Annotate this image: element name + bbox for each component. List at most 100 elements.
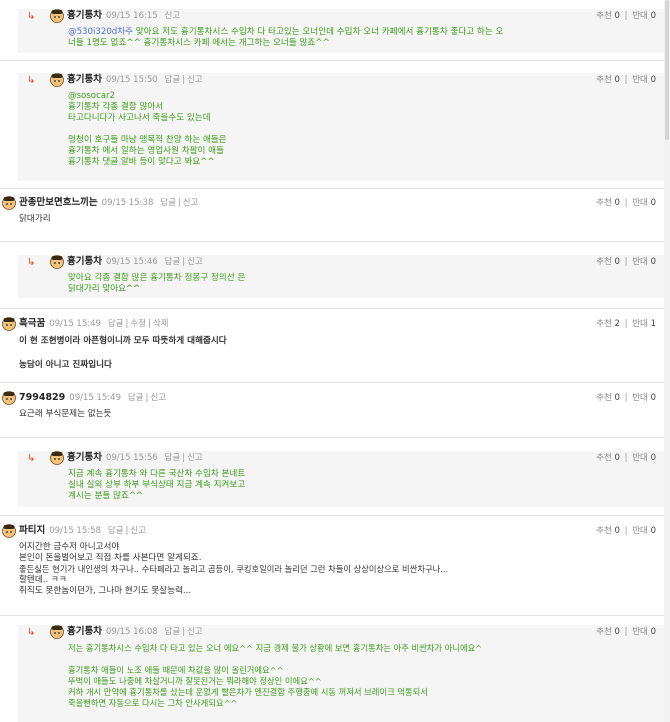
- comment-author[interactable]: 흑극꿈: [19, 318, 45, 329]
- oppose-count: 0: [650, 393, 656, 403]
- report-link[interactable]: 신고: [150, 393, 166, 403]
- reply-link[interactable]: 답글: [128, 393, 144, 403]
- comment-body: 맞아요 각종 결함 많은 흉기통차 정몽구 정의선 은 닭대가리 맞아요^^: [68, 273, 246, 294]
- vote-counts: 추천 0 | 반대 0: [596, 453, 656, 463]
- avatar-icon[interactable]: [50, 625, 64, 639]
- oppose-count: 0: [650, 453, 656, 463]
- comment-reply: ↳ 흉기통차 09/15 15:56 답글 | 신고 추천 0 | 반대 0 지금 계…: [18, 451, 664, 507]
- mention-link[interactable]: @530i320d차주: [68, 27, 133, 37]
- divider: [0, 615, 664, 616]
- oppose-count: 0: [650, 198, 656, 208]
- report-link[interactable]: 신고: [187, 627, 203, 637]
- oppose-button[interactable]: 반대 0: [632, 198, 656, 208]
- comment-author[interactable]: 7994829: [19, 392, 65, 403]
- reply-link[interactable]: 답글: [165, 627, 181, 637]
- delete-link[interactable]: 삭제: [153, 319, 169, 329]
- comment-body: 이 현 조현병이라 아픈형이니까 모두 따뜻하게 대해줍시다 농담이 아니고 진…: [19, 336, 227, 370]
- oppose-button[interactable]: 반대 0: [632, 257, 656, 267]
- comment-date: 09/15 16:08: [105, 627, 158, 637]
- divider: [0, 308, 664, 309]
- comment-date: 09/15 15:49: [49, 319, 101, 329]
- comment-date: 09/15 15:49: [69, 393, 121, 403]
- reply-arrow-icon: ↳: [27, 11, 36, 22]
- report-link[interactable]: 신고: [165, 11, 181, 21]
- comment-body: 닭대가리: [19, 214, 51, 224]
- reply-link[interactable]: 답글: [108, 319, 124, 329]
- report-link[interactable]: 신고: [130, 526, 146, 536]
- reply-arrow-icon: ↳: [27, 453, 36, 464]
- oppose-count: 0: [650, 11, 656, 21]
- scrollbar-thumb[interactable]: [665, 0, 669, 140]
- oppose-button[interactable]: 반대 0: [632, 453, 656, 463]
- comment-reply: ↳ 흉기통차 09/15 16:08 답글 | 신고 추천 0 | 반대 0 저는 흉…: [18, 625, 664, 722]
- oppose-button[interactable]: 반대 1: [632, 319, 656, 329]
- divider: [0, 60, 664, 61]
- oppose-button[interactable]: 반대 0: [632, 393, 656, 403]
- comment-body: 어지간한 금수저 아니고서야 본인이 돈을벌어보고 직접 차를 사본다면 알게되…: [19, 542, 449, 596]
- oppose-button[interactable]: 반대 0: [632, 627, 656, 637]
- comment-date: 09/15 15:38: [101, 198, 154, 208]
- report-link[interactable]: 신고: [187, 257, 203, 267]
- scrollbar[interactable]: [664, 0, 670, 722]
- vote-counts: 추천 2 | 반대 1: [596, 319, 656, 329]
- recommend-button[interactable]: 추천 2: [596, 319, 620, 329]
- avatar-icon[interactable]: [2, 317, 16, 331]
- recommend-button[interactable]: 추천 0: [596, 257, 620, 267]
- report-link[interactable]: 신고: [187, 75, 203, 85]
- divider: [0, 382, 664, 383]
- comment-reply: ↳ 흉기통차 09/15 15:46 답글 | 신고 추천 0 | 반대 0 맞아요 …: [18, 255, 664, 298]
- avatar-icon[interactable]: [50, 255, 64, 269]
- recommend-button[interactable]: 추천 0: [596, 75, 620, 85]
- comment-author[interactable]: 파티지: [19, 525, 45, 536]
- comment-author[interactable]: 관종만보면흐느끼는: [19, 197, 98, 208]
- vote-counts: 추천 0 | 반대 0: [596, 526, 656, 536]
- comment-reply: ↳ 흉기통차 09/15 16:15 신고 추천 0 | 반대 0 @530i32…: [18, 9, 664, 53]
- comment-author[interactable]: 흉기통차: [67, 452, 102, 463]
- avatar-icon[interactable]: [2, 391, 16, 405]
- comment: 7994829 09/15 15:49 답글 | 신고 추천 0 | 반대 0 요근래…: [0, 391, 664, 423]
- recommend-count: 0: [614, 526, 620, 536]
- reply-arrow-icon: ↳: [27, 75, 36, 86]
- recommend-button[interactable]: 추천 0: [596, 526, 620, 536]
- comment-date: 09/15 15:46: [105, 257, 158, 267]
- reply-link[interactable]: 답글: [165, 453, 181, 463]
- oppose-button[interactable]: 반대 0: [632, 11, 656, 21]
- comment-author[interactable]: 흉기통차: [67, 626, 102, 637]
- vote-counts: 추천 0 | 반대 0: [596, 627, 656, 637]
- reply-arrow-icon: ↳: [27, 257, 36, 268]
- divider: [0, 515, 664, 516]
- avatar-icon[interactable]: [50, 9, 64, 23]
- vote-counts: 추천 0 | 반대 0: [596, 75, 656, 85]
- comment-date: 09/15 15:56: [105, 453, 158, 463]
- avatar-icon[interactable]: [2, 524, 16, 538]
- oppose-count: 0: [650, 257, 656, 267]
- oppose-button[interactable]: 반대 0: [632, 75, 656, 85]
- recommend-count: 0: [614, 453, 620, 463]
- recommend-button[interactable]: 추천 0: [596, 11, 620, 21]
- edit-link[interactable]: 수정: [130, 319, 146, 329]
- recommend-button[interactable]: 추천 0: [596, 453, 620, 463]
- oppose-count: 0: [650, 526, 656, 536]
- comment: 관종만보면흐느끼는 09/15 15:38 답글 | 신고 추천 0 | 반대 0 닭…: [0, 196, 664, 228]
- report-link[interactable]: 신고: [183, 198, 199, 208]
- recommend-button[interactable]: 추천 0: [596, 393, 620, 403]
- reply-arrow-icon: ↳: [27, 627, 36, 638]
- reply-link[interactable]: 답글: [160, 198, 176, 208]
- comment-author[interactable]: 흉기통차: [67, 74, 102, 85]
- avatar-icon[interactable]: [2, 196, 16, 210]
- avatar-icon[interactable]: [50, 451, 64, 465]
- avatar-icon[interactable]: [50, 73, 64, 87]
- reply-link[interactable]: 답글: [165, 75, 181, 85]
- reply-link[interactable]: 답글: [165, 257, 181, 267]
- comment-author[interactable]: 흉기통차: [67, 256, 102, 267]
- reply-link[interactable]: 답글: [108, 526, 124, 536]
- comment-body: 요근래 부식문제는 없는듯: [19, 409, 112, 419]
- recommend-count: 0: [614, 198, 620, 208]
- recommend-count: 2: [614, 319, 620, 329]
- recommend-button[interactable]: 추천 0: [596, 627, 620, 637]
- report-link[interactable]: 신고: [187, 453, 203, 463]
- comment-author[interactable]: 흉기통차: [67, 10, 102, 21]
- oppose-button[interactable]: 반대 0: [632, 526, 656, 536]
- divider: [0, 188, 664, 189]
- recommend-button[interactable]: 추천 0: [596, 198, 620, 208]
